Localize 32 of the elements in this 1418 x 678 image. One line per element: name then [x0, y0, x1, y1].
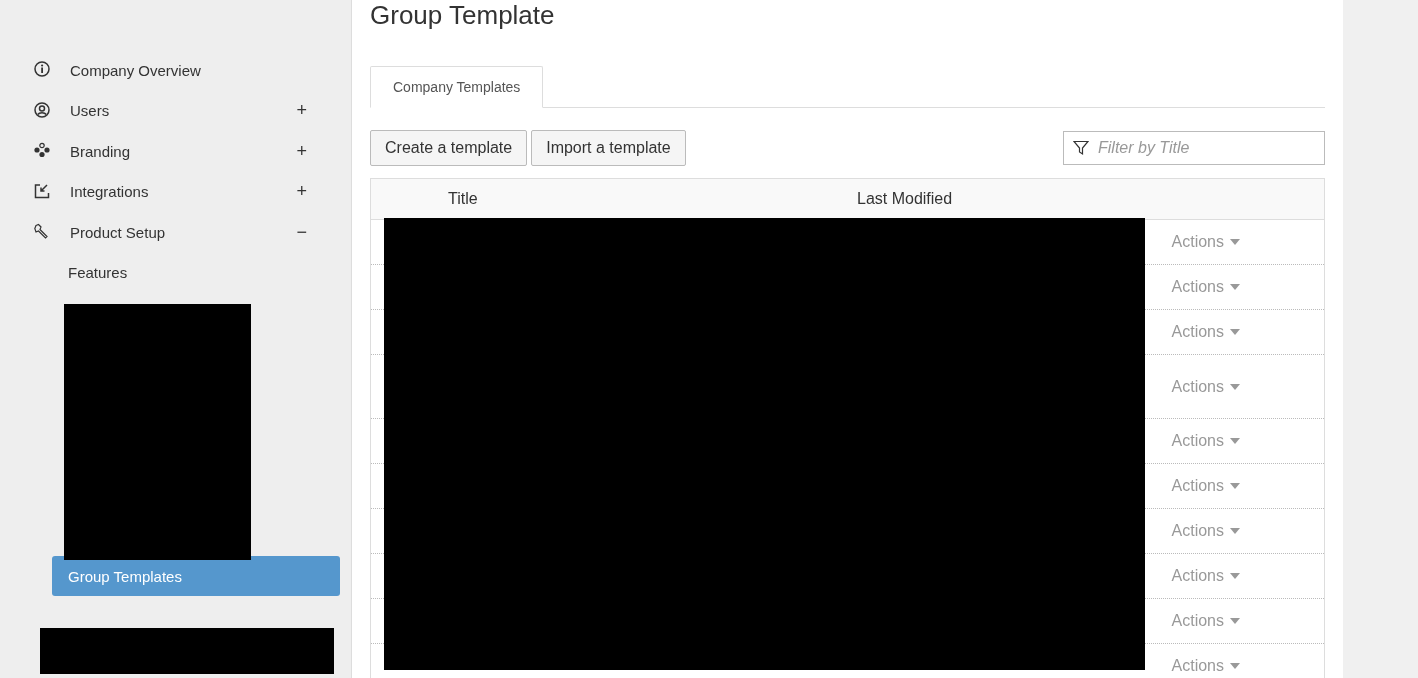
page-title: Group Template	[370, 0, 556, 30]
sidebar-item[interactable]: Users +	[0, 90, 351, 131]
caret-icon	[1230, 663, 1240, 669]
expand-toggle[interactable]: +	[296, 140, 307, 162]
expand-toggle[interactable]: +	[296, 100, 307, 122]
filter-field[interactable]: Filter by Title	[1063, 131, 1325, 165]
create-button[interactable]: Create a template	[370, 130, 528, 166]
import-icon	[34, 182, 50, 199]
wrench-icon	[34, 223, 50, 240]
caret-icon	[1230, 573, 1240, 579]
import-button[interactable]: Import a template	[531, 130, 686, 166]
caret-icon	[1230, 383, 1240, 390]
caret-icon	[1230, 438, 1240, 444]
dots-icon	[34, 142, 50, 159]
tab[interactable]: Company Templates	[370, 66, 544, 108]
info-icon	[34, 61, 50, 78]
expand-toggle[interactable]: +	[296, 181, 307, 203]
caret-icon	[1230, 329, 1240, 335]
sidebar-item[interactable]: Features	[52, 252, 340, 293]
sidebar-item[interactable]: Integrations +	[0, 171, 351, 212]
sidebar-item[interactable]: Branding +	[0, 131, 351, 172]
sidebar-item[interactable]: Product Setup −	[0, 212, 351, 253]
expand-toggle[interactable]: −	[296, 221, 307, 243]
user-icon	[34, 101, 50, 118]
caret-icon	[1230, 239, 1240, 245]
column-header: Last Modified	[857, 190, 953, 208]
caret-icon	[1230, 483, 1240, 489]
column-header: Title	[448, 190, 479, 208]
caret-icon	[1230, 284, 1240, 290]
caret-icon	[1230, 528, 1240, 534]
sidebar-item[interactable]: Company Overview	[0, 50, 351, 91]
caret-icon	[1230, 618, 1240, 624]
